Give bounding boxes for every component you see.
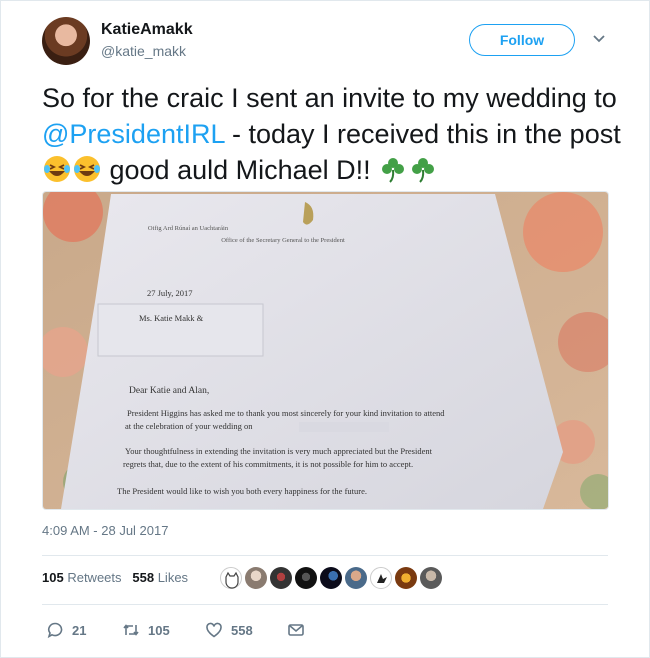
laughing-emoji-icon: [72, 154, 102, 184]
heart-icon: [206, 622, 222, 638]
shamrock-icon: [408, 154, 438, 184]
letter-address: Ms. Katie Makk &: [139, 313, 204, 323]
follow-button[interactable]: Follow: [469, 24, 575, 56]
divider: [42, 604, 608, 605]
letter-date: 27 July, 2017: [147, 288, 193, 298]
retweet-count: 105: [148, 622, 170, 638]
letter-paragraph-line: Your thoughtfulness in extending the inv…: [125, 446, 433, 456]
likes-count[interactable]: 558: [132, 570, 154, 585]
liker-avatar[interactable]: [395, 567, 417, 589]
retweet-button[interactable]: 105: [122, 620, 170, 640]
retweets-label[interactable]: Retweets: [67, 570, 121, 585]
tweet-photo[interactable]: Oifig Ard Rúnaí an Uachtaráin Office of …: [42, 191, 609, 510]
like-button[interactable]: 558: [205, 620, 253, 640]
liker-avatar[interactable]: [245, 567, 267, 589]
divider: [42, 555, 608, 556]
reply-icon: [47, 622, 63, 639]
liker-avatar[interactable]: [345, 567, 367, 589]
likes-label[interactable]: Likes: [158, 570, 188, 585]
letter-header-irish: Oifig Ard Rúnaí an Uachtaráin: [148, 225, 229, 232]
letter-paragraph-line: at the celebration of your wedding on: [125, 421, 253, 431]
liker-avatar[interactable]: [320, 567, 342, 589]
letter-salutation: Dear Katie and Alan,: [129, 386, 209, 396]
chevron-down-icon[interactable]: [591, 30, 607, 46]
liker-avatar[interactable]: [370, 567, 392, 589]
reply-count: 21: [72, 622, 87, 638]
tweet-text-part: good auld Michael D!!: [102, 155, 379, 185]
letter-paragraph-line: The President would like to wish you bot…: [117, 486, 367, 496]
user-name[interactable]: KatieAmakk: [101, 21, 193, 39]
tweet-text-part: So for the craic I sent an invite to my …: [42, 83, 617, 113]
likers-avatars: [220, 567, 442, 591]
liker-avatar[interactable]: [420, 567, 442, 589]
like-count: 558: [231, 622, 253, 638]
liker-avatar[interactable]: [220, 567, 242, 589]
letter-header-english: Office of the Secretary General to the P…: [221, 237, 345, 244]
tweet-text: So for the craic I sent an invite to my …: [42, 80, 622, 188]
letter-paragraph-line: President Higgins has asked me to thank …: [127, 408, 445, 418]
laughing-emoji-icon: [42, 154, 72, 184]
letter-paragraph-line: regrets that, due to the extent of his c…: [123, 459, 413, 469]
direct-message-button[interactable]: [287, 620, 305, 640]
avatar[interactable]: [42, 17, 90, 65]
envelope-icon: [288, 624, 304, 636]
reply-button[interactable]: 21: [46, 620, 86, 640]
shamrock-icon: [378, 154, 408, 184]
liker-avatar[interactable]: [270, 567, 292, 589]
tweet-stats: 105 Retweets 558 Likes: [42, 570, 188, 585]
timestamp[interactable]: 4:09 AM - 28 Jul 2017: [42, 523, 168, 538]
liker-avatar[interactable]: [295, 567, 317, 589]
tweet-text-part: - today I received this in the post: [224, 119, 621, 149]
mention-link[interactable]: @PresidentIRL: [42, 119, 225, 149]
retweets-count[interactable]: 105: [42, 570, 64, 585]
user-handle[interactable]: @katie_makk: [101, 43, 186, 59]
retweet-icon: [123, 624, 139, 636]
